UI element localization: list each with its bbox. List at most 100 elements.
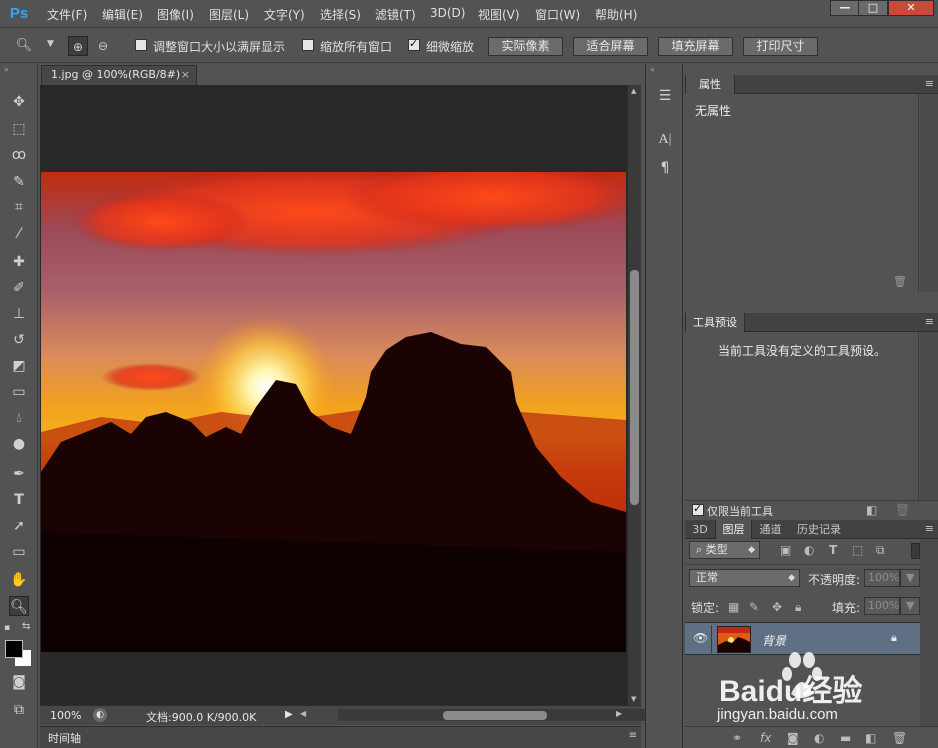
- document-tab[interactable]: 1.jpg @ 100%(RGB/8#) ×: [41, 65, 197, 85]
- layer-style-icon[interactable]: fx: [760, 731, 771, 745]
- timeline-menu-icon[interactable]: ≡: [629, 730, 637, 741]
- tab-layers[interactable]: 图层: [715, 520, 752, 539]
- fill-screen-button[interactable]: 填充屏幕: [658, 37, 733, 56]
- history-brush-tool-icon[interactable]: ↺: [9, 330, 29, 350]
- preset-dropdown-arrow-icon[interactable]: ▼: [47, 39, 54, 49]
- tab-3d[interactable]: 3D: [685, 520, 715, 539]
- type-tool-icon[interactable]: T: [9, 490, 29, 510]
- restore-button[interactable]: □: [858, 0, 888, 16]
- tab-tool-presets[interactable]: 工具预设: [685, 313, 745, 332]
- menu-select[interactable]: 选择(S): [320, 6, 361, 23]
- scroll-right-icon[interactable]: ▶: [616, 709, 622, 718]
- default-colors-icon[interactable]: ▪: [4, 623, 10, 633]
- zoom-tool-preset-icon[interactable]: 🔍︎: [14, 36, 34, 56]
- menu-edit[interactable]: 编辑(E): [102, 6, 143, 23]
- menu-3d[interactable]: 3D(D): [430, 6, 465, 20]
- status-menu-arrow-icon[interactable]: ▶: [285, 709, 293, 720]
- new-group-icon[interactable]: ▬: [840, 731, 851, 745]
- lock-position-icon[interactable]: ✥: [772, 600, 782, 614]
- zoom-tool-icon[interactable]: 🔍︎: [9, 596, 29, 616]
- dodge-tool-icon[interactable]: ●: [9, 434, 29, 454]
- layer-visibility-eye-icon[interactable]: 👁︎: [693, 631, 708, 645]
- close-button[interactable]: ✕: [888, 0, 934, 16]
- opacity-dropdown-icon[interactable]: ▼: [900, 569, 920, 587]
- fill-input[interactable]: 100%: [864, 597, 900, 615]
- pen-tool-icon[interactable]: ✒: [9, 464, 29, 484]
- healing-brush-tool-icon[interactable]: ✚: [9, 252, 29, 272]
- filter-pixel-icon[interactable]: ▣: [780, 543, 791, 557]
- menu-type[interactable]: 文字(Y): [264, 6, 305, 23]
- menu-help[interactable]: 帮助(H): [595, 6, 637, 23]
- timeline-tab[interactable]: 时间轴: [48, 730, 81, 746]
- menu-image[interactable]: 图像(I): [157, 6, 194, 23]
- properties-delete-icon[interactable]: 🗑︎: [893, 275, 907, 288]
- minimize-button[interactable]: —: [830, 0, 860, 16]
- blend-mode-select[interactable]: 正常 ◆: [689, 569, 800, 587]
- opacity-input[interactable]: 100%: [864, 569, 900, 587]
- tab-properties[interactable]: 属性: [685, 75, 735, 94]
- collapse-dock-icon[interactable]: «: [650, 65, 655, 74]
- delete-layer-icon[interactable]: 🗑︎: [892, 731, 907, 745]
- new-preset-icon[interactable]: ◧: [866, 503, 877, 517]
- brush-tool-icon[interactable]: ✐: [9, 278, 29, 298]
- layers-menu-icon[interactable]: ≡: [925, 522, 934, 535]
- vertical-scrollbar[interactable]: ▲ ▼: [627, 85, 641, 705]
- current-tool-only-checkbox[interactable]: [692, 502, 704, 516]
- swap-colors-icon[interactable]: ⇆: [22, 621, 30, 632]
- timeline-panel[interactable]: 时间轴 ≡: [40, 726, 641, 748]
- zoom-in-icon[interactable]: ⊕: [68, 36, 88, 56]
- paragraph-panel-icon[interactable]: ¶: [655, 158, 675, 178]
- adjustment-layer-icon[interactable]: ◐: [814, 731, 824, 745]
- resize-windows-checkbox[interactable]: [135, 39, 147, 51]
- add-mask-icon[interactable]: ◙: [787, 731, 799, 745]
- zoom-out-icon[interactable]: ⊖: [93, 36, 113, 56]
- vertical-scroll-thumb[interactable]: [630, 270, 639, 505]
- quick-select-tool-icon[interactable]: ✎: [9, 172, 29, 192]
- filter-toggle-switch[interactable]: [911, 543, 920, 559]
- fill-dropdown-icon[interactable]: ▼: [900, 597, 920, 615]
- menu-filter[interactable]: 滤镜(T): [375, 6, 416, 23]
- canvas-area[interactable]: [40, 85, 627, 705]
- clone-stamp-tool-icon[interactable]: ⊥: [9, 304, 29, 324]
- status-info-icon[interactable]: ◐: [93, 708, 107, 722]
- crop-tool-icon[interactable]: ⌗: [9, 197, 29, 217]
- character-panel-icon[interactable]: A|: [655, 130, 675, 150]
- blur-tool-icon[interactable]: 💧︎: [9, 408, 29, 428]
- rectangle-tool-icon[interactable]: ▭: [9, 542, 29, 562]
- properties-menu-icon[interactable]: ≡: [925, 77, 934, 90]
- path-select-tool-icon[interactable]: ➚: [9, 516, 29, 536]
- hand-tool-icon[interactable]: ✋: [9, 570, 29, 590]
- gradient-tool-icon[interactable]: ▭: [9, 382, 29, 402]
- marquee-tool-icon[interactable]: ⬚: [9, 119, 29, 139]
- filter-shape-icon[interactable]: ⬚: [852, 543, 863, 557]
- menu-window[interactable]: 窗口(W): [535, 6, 580, 23]
- delete-preset-icon[interactable]: 🗑︎: [895, 503, 910, 517]
- actual-pixels-button[interactable]: 实际像素: [488, 37, 563, 56]
- new-layer-icon[interactable]: ◧: [865, 731, 876, 745]
- zoom-level[interactable]: 100%: [50, 709, 81, 722]
- eraser-tool-icon[interactable]: ◩: [9, 356, 29, 376]
- fit-screen-button[interactable]: 适合屏幕: [573, 37, 648, 56]
- screen-mode-icon[interactable]: ⧉: [9, 700, 29, 720]
- quick-mask-icon[interactable]: ◙: [9, 672, 29, 692]
- menu-file[interactable]: 文件(F): [47, 6, 87, 23]
- layer-filter-select[interactable]: ⌕ 类型 ◆: [689, 541, 760, 559]
- print-size-button[interactable]: 打印尺寸: [743, 37, 818, 56]
- filter-type-icon[interactable]: T: [829, 543, 837, 557]
- tool-presets-scrollbar[interactable]: [920, 332, 938, 500]
- lasso-tool-icon[interactable]: ꝏ: [9, 145, 29, 165]
- close-document-icon[interactable]: ×: [181, 66, 190, 84]
- character-styles-icon[interactable]: ☰: [655, 86, 675, 106]
- eyedropper-tool-icon[interactable]: ⁄: [9, 224, 29, 244]
- layer-name[interactable]: 背景: [762, 632, 786, 649]
- scrubby-zoom-checkbox[interactable]: [408, 37, 420, 51]
- layers-scrollbar[interactable]: [920, 539, 938, 726]
- link-layers-icon[interactable]: ⚭: [732, 731, 742, 745]
- move-tool-icon[interactable]: ✥: [9, 92, 29, 112]
- tool-presets-menu-icon[interactable]: ≡: [925, 315, 934, 328]
- tab-history[interactable]: 历史记录: [789, 520, 849, 539]
- filter-smart-object-icon[interactable]: ⧉: [876, 543, 885, 558]
- foreground-color-swatch[interactable]: [5, 640, 23, 658]
- scroll-down-icon[interactable]: ▼: [631, 695, 636, 703]
- scroll-left-icon[interactable]: ◀: [300, 709, 306, 718]
